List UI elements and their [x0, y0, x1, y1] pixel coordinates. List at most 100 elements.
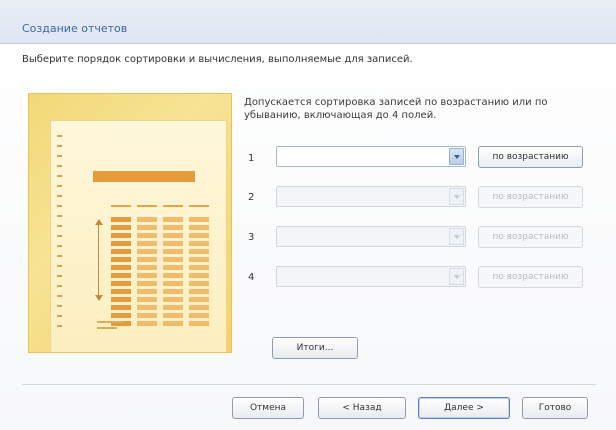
margin-mark — [57, 315, 62, 317]
dropdown-button[interactable] — [449, 228, 464, 245]
preview-table-cell — [163, 217, 183, 222]
chevron-down-icon — [454, 275, 460, 279]
sort-order-button-4[interactable]: по возрастанию — [478, 266, 583, 288]
margin-mark — [57, 295, 62, 297]
chevron-down-icon — [454, 155, 460, 159]
preview-table-cell — [189, 217, 209, 222]
preview-table-cell — [137, 217, 157, 222]
preview-table-cell — [163, 257, 183, 262]
preview-table-cell — [111, 289, 131, 294]
preview-table-cell — [111, 217, 131, 222]
preview-table-cell — [189, 257, 209, 262]
preview-table-cell — [111, 273, 131, 278]
margin-mark — [57, 145, 62, 147]
preview-table-cell — [189, 305, 209, 310]
title-bar: Создание отчетов — [0, 0, 616, 44]
preview-table-cell — [111, 297, 131, 302]
instruction-text: Выберите порядок сортировки и вычисления… — [22, 54, 413, 65]
sort-order-button-3[interactable]: по возрастанию — [478, 226, 583, 248]
preview-table-cell — [163, 289, 183, 294]
preview-table-cell — [163, 313, 183, 318]
preview-table-cell — [137, 257, 157, 262]
sort-down-arrow-icon — [95, 295, 103, 301]
preview-table-cell — [189, 281, 209, 286]
dropdown-button[interactable] — [449, 188, 464, 205]
report-page-illustration — [50, 120, 227, 352]
margin-mark — [57, 215, 62, 217]
dropdown-button[interactable] — [449, 148, 464, 165]
preview-table-cell — [137, 241, 157, 246]
margin-mark — [57, 195, 62, 197]
preview-table-cell — [111, 249, 131, 254]
preview-table-cell — [137, 289, 157, 294]
preview-table-cell — [111, 265, 131, 270]
margin-mark — [57, 305, 62, 307]
preview-table-cell — [137, 233, 157, 238]
margin-mark — [57, 135, 62, 137]
report-footer-mark — [97, 327, 117, 329]
preview-table-cell — [163, 241, 183, 246]
preview-table-cell — [163, 225, 183, 230]
column-header-mark — [137, 205, 157, 207]
preview-table-cell — [189, 297, 209, 302]
sort-row-number: 3 — [248, 232, 255, 243]
preview-table-cell — [111, 305, 131, 310]
preview-table-cell — [137, 297, 157, 302]
preview-table-cell — [137, 225, 157, 230]
margin-mark — [57, 155, 62, 157]
sort-up-arrow-icon — [95, 219, 103, 225]
preview-table-cell — [163, 297, 183, 302]
preview-table-cell — [111, 313, 131, 318]
margin-mark — [57, 245, 62, 247]
column-header-mark — [163, 205, 183, 207]
margin-mark — [57, 175, 62, 177]
sort-order-button-1[interactable]: по возрастанию — [478, 146, 583, 168]
totals-button[interactable]: Итоги... — [272, 337, 358, 359]
preview-table-cell — [163, 305, 183, 310]
sort-field-combo-4[interactable] — [276, 266, 466, 287]
preview-table-cell — [189, 241, 209, 246]
column-header-mark — [111, 205, 131, 207]
report-wizard-dialog: Создание отчетов Выберите порядок сортир… — [0, 0, 616, 430]
preview-table-cell — [189, 233, 209, 238]
preview-table-cell — [163, 281, 183, 286]
preview-table-cell — [111, 241, 131, 246]
preview-table-cell — [111, 281, 131, 286]
preview-table-cell — [189, 321, 209, 326]
preview-table-cell — [137, 305, 157, 310]
margin-mark — [57, 255, 62, 257]
preview-table-cell — [189, 289, 209, 294]
sort-field-combo-1[interactable] — [276, 146, 466, 167]
preview-table-cell — [111, 233, 131, 238]
preview-table-cell — [189, 225, 209, 230]
preview-table-cell — [163, 249, 183, 254]
preview-table-cell — [137, 281, 157, 286]
report-title-band — [93, 171, 195, 182]
sort-hint-text: Допускается сортировка записей по возрас… — [244, 97, 548, 121]
preview-table-cell — [163, 273, 183, 278]
back-button[interactable]: < Назад — [318, 397, 406, 419]
preview-table-cell — [189, 249, 209, 254]
sort-order-button-2[interactable]: по возрастанию — [478, 186, 583, 208]
preview-table-cell — [189, 313, 209, 318]
sort-field-combo-3[interactable] — [276, 226, 466, 247]
finish-button[interactable]: Готово — [522, 397, 588, 419]
preview-table-cell — [137, 249, 157, 254]
sort-field-combo-2[interactable] — [276, 186, 466, 207]
footer-separator — [22, 384, 596, 385]
margin-mark — [57, 235, 62, 237]
sort-row-number: 4 — [248, 272, 255, 283]
window-title: Создание отчетов — [22, 22, 128, 35]
cancel-button[interactable]: Отмена — [232, 397, 304, 419]
preview-table-cell — [163, 233, 183, 238]
preview-table-cell — [189, 265, 209, 270]
dropdown-button[interactable] — [449, 268, 464, 285]
preview-table-cell — [137, 273, 157, 278]
preview-table-cell — [137, 313, 157, 318]
margin-mark — [57, 205, 62, 207]
margin-mark — [57, 265, 62, 267]
margin-mark — [57, 185, 62, 187]
chevron-down-icon — [454, 195, 460, 199]
margin-mark — [57, 285, 62, 287]
next-button[interactable]: Далее > — [418, 397, 510, 419]
